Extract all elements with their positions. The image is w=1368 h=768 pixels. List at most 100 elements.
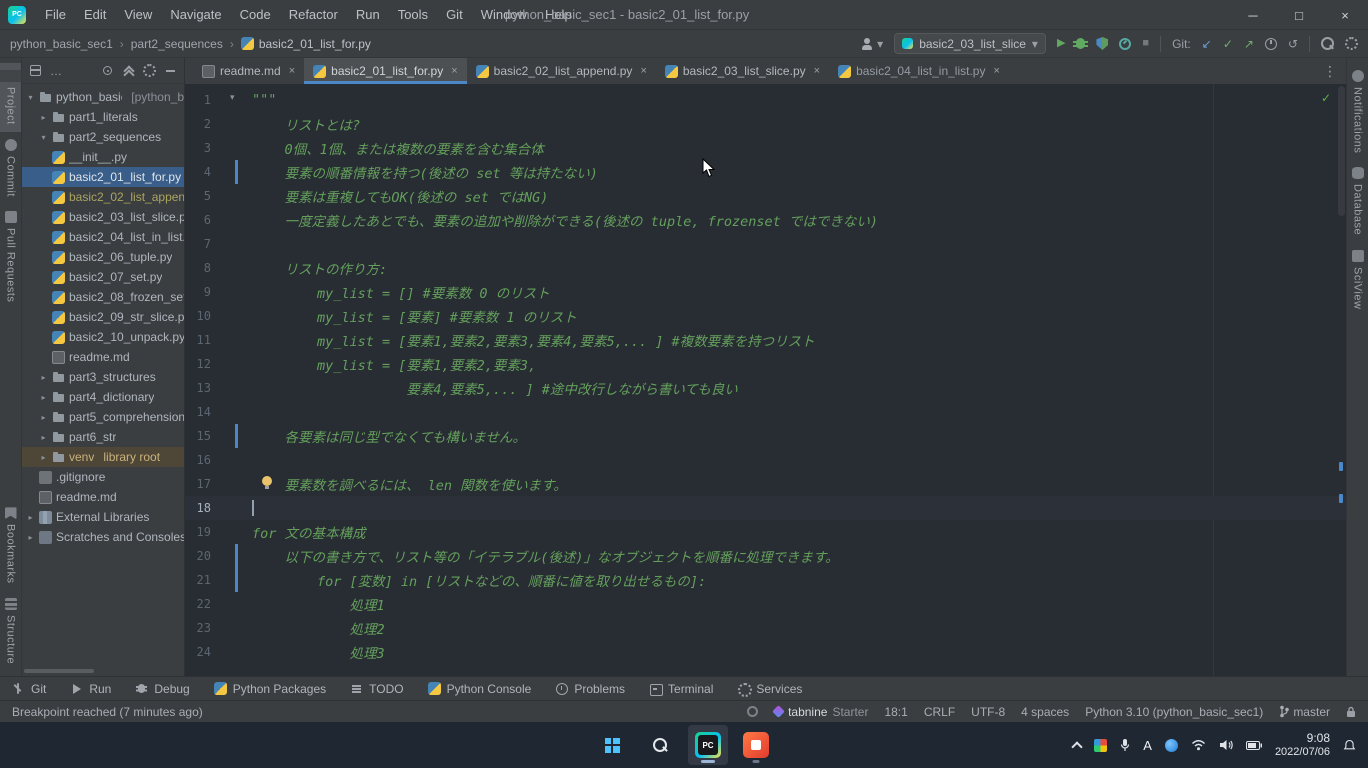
fold-arrow-icon[interactable] (230, 92, 240, 102)
code-line[interactable]: 7 (185, 232, 1346, 256)
tree-expand-icon[interactable]: ▸ (39, 453, 48, 462)
tree-expand-icon[interactable]: ▸ (39, 393, 48, 402)
inspection-ok-icon[interactable]: ✓ (1321, 91, 1331, 105)
panel-settings-gear-icon[interactable] (143, 64, 156, 77)
git-push-button[interactable]: ↗ (1244, 38, 1254, 50)
tree-expand-icon[interactable]: ▸ (39, 113, 48, 122)
undo-button[interactable]: ↺ (1288, 38, 1298, 50)
code-line[interactable]: 24 処理3 (185, 640, 1346, 664)
code-line[interactable]: 5 要素は重複してもOK(後述の set ではNG) (185, 184, 1346, 208)
tree-expand-icon[interactable]: ▸ (39, 413, 48, 422)
tree-item[interactable]: ▾ part2_sequences (22, 127, 184, 147)
tree-item[interactable]: ▾ python_basic_sec1 [python_b (22, 87, 184, 107)
tree-item[interactable]: readme.md (22, 487, 184, 507)
code-line[interactable]: 6 一度定義したあとでも、要素の追加や削除ができる(後述の tuple, fro… (185, 208, 1346, 232)
git-branch-widget[interactable]: master (1279, 705, 1330, 719)
editor-tab[interactable]: basic2_04_list_in_list.py × (829, 58, 1009, 84)
profiler-button[interactable] (1119, 38, 1131, 50)
tree-item[interactable]: ▸ part1_literals (22, 107, 184, 127)
git-commit-button[interactable]: ✓ (1223, 38, 1233, 50)
tree-item[interactable]: basic2_07_set.py (22, 267, 184, 287)
python-interpreter-widget[interactable]: Python 3.10 (python_basic_sec1) (1085, 705, 1263, 719)
tree-expand-icon[interactable]: ▾ (26, 93, 35, 102)
project-view-icon[interactable] (29, 64, 42, 77)
tree-item[interactable]: basic2_09_str_slice.py (22, 307, 184, 327)
breadcrumb-item[interactable]: basic2_01_list_for.py › (241, 37, 371, 51)
tree-item[interactable]: basic2_10_unpack.py (22, 327, 184, 347)
readonly-lock-icon[interactable] (1346, 706, 1356, 718)
run-with-coverage-button[interactable] (1096, 37, 1108, 50)
close-tab-icon[interactable]: × (289, 65, 295, 77)
tool-window-button[interactable]: Git (12, 682, 46, 696)
code-line[interactable]: 20 以下の書き方で、リスト等の「イテラブル(後述)」なオブジェクトを順番に処理… (185, 544, 1346, 568)
tool-window-button[interactable]: Commit (0, 132, 21, 204)
tool-window-button[interactable]: Debug (135, 682, 189, 696)
volume-icon[interactable] (1219, 739, 1233, 751)
account-widget[interactable]: ▾ (860, 37, 883, 51)
menu-item[interactable]: Git (437, 0, 472, 30)
tree-item[interactable]: basic2_08_frozen_set.p (22, 287, 184, 307)
tree-item[interactable]: basic2_03_list_slice.py (22, 207, 184, 227)
tree-item[interactable]: ▸ part6_str (22, 427, 184, 447)
code-line[interactable]: 8 リストの作り方: (185, 256, 1346, 280)
git-update-button[interactable]: ↙ (1202, 38, 1212, 50)
debug-button[interactable] (1076, 38, 1085, 49)
editor-tab[interactable]: readme.md × (193, 58, 304, 84)
tree-item[interactable]: __init__.py (22, 147, 184, 167)
code-line[interactable]: 22 処理1 (185, 592, 1346, 616)
tree-item[interactable]: ▸ part4_dictionary (22, 387, 184, 407)
tool-window-button[interactable]: SciView (1347, 243, 1368, 316)
menu-item[interactable]: File (36, 0, 75, 30)
tree-item[interactable]: basic2_02_list_append. (22, 187, 184, 207)
tree-item[interactable]: readme.md (22, 347, 184, 367)
tray-overflow-chevron-icon[interactable] (1072, 741, 1083, 752)
tree-item[interactable]: basic2_06_tuple.py (22, 247, 184, 267)
minimize-button[interactable]: ─ (1230, 0, 1276, 30)
close-tab-icon[interactable]: × (993, 65, 999, 77)
close-tab-icon[interactable]: × (640, 65, 646, 77)
horizontal-scrollbar[interactable] (24, 669, 94, 673)
tool-window-button[interactable]: Python Packages (214, 682, 326, 696)
collapse-all-icon[interactable] (122, 64, 135, 77)
hide-panel-icon[interactable] (164, 64, 177, 77)
menu-item[interactable]: View (115, 0, 161, 30)
taskbar-app-button[interactable] (736, 725, 776, 765)
menu-item[interactable]: Run (347, 0, 389, 30)
tool-window-button[interactable]: Pull Requests (0, 204, 21, 309)
ime-mode-indicator[interactable]: A (1143, 738, 1152, 753)
tool-window-button[interactable]: Run (70, 682, 111, 696)
code-line[interactable]: 1 """ (185, 88, 1346, 112)
menu-item[interactable]: Edit (75, 0, 115, 30)
assistant-icon[interactable] (1165, 739, 1178, 752)
tree-expand-icon[interactable]: ▾ (39, 133, 48, 142)
code-line[interactable]: 11 my_list = [要素1,要素2,要素3,要素4,要素5,... ] … (185, 328, 1346, 352)
close-button[interactable]: × (1322, 0, 1368, 30)
code-line[interactable]: 13 要素4,要素5,... ] #途中改行しながら書いても良い (185, 376, 1346, 400)
close-tab-icon[interactable]: × (814, 65, 820, 77)
tree-item[interactable]: ▸ part3_structures (22, 367, 184, 387)
line-separator-widget[interactable]: CRLF (924, 705, 955, 719)
code-line[interactable]: 15 各要素は同じ型でなくても構いません。 (185, 424, 1346, 448)
tab-options-icon[interactable]: ⋮ (1314, 63, 1346, 80)
code-editor[interactable]: 1 """ 2 (185, 84, 1346, 676)
tree-expand-icon[interactable]: ▸ (39, 433, 48, 442)
close-tab-icon[interactable]: × (451, 65, 457, 77)
tool-window-button[interactable]: Database (1347, 160, 1368, 242)
tabnine-widget[interactable]: tabnine Starter (774, 705, 868, 719)
code-line[interactable]: 4 要素の順番情報を持つ(後述の set 等は持たない) (185, 160, 1346, 184)
menu-item[interactable]: Code (231, 0, 280, 30)
run-configuration-select[interactable]: basic2_03_list_slice ▾ (894, 33, 1046, 54)
code-line[interactable]: 21 for [変数] in [リストなどの、順番に値を取り出せるもの]: (185, 568, 1346, 592)
wifi-icon[interactable] (1191, 739, 1206, 751)
code-line[interactable]: 2 リストとは? (185, 112, 1346, 136)
menu-item[interactable]: Refactor (280, 0, 347, 30)
code-line[interactable]: 9 my_list = [] #要素数 0 のリスト (185, 280, 1346, 304)
tree-item[interactable]: ▸ Scratches and Consoles (22, 527, 184, 547)
menu-item[interactable]: Tools (389, 0, 437, 30)
tree-item[interactable]: ▸ venv library root (22, 447, 184, 467)
code-line[interactable]: 14 (185, 400, 1346, 424)
tool-window-button[interactable]: Bookmarks (0, 500, 21, 591)
tree-item[interactable]: ▸ part5_comprehension (22, 407, 184, 427)
editor-tab[interactable]: basic2_02_list_append.py × (467, 58, 656, 84)
tool-window-button[interactable]: Notifications (1347, 63, 1368, 160)
